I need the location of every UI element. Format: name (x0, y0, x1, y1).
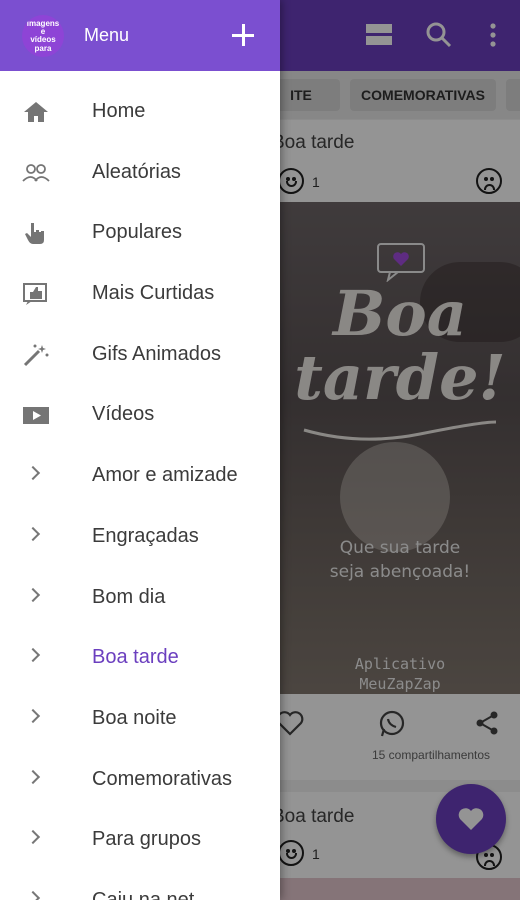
menu-item-label: Engraçadas (92, 524, 199, 547)
menu-item-para-grupos[interactable]: Para grupos (0, 810, 280, 871)
menu-item-label: Mais Curtidas (92, 282, 215, 305)
menu-item-label: Populares (92, 221, 183, 244)
menu-item-label: Gifs Animados (92, 342, 221, 365)
logo-text-line: para (34, 44, 52, 53)
menu-item-label: Boa noite (92, 706, 177, 729)
logo-text-line: vídeos (30, 35, 56, 44)
menu-item-label: Home (92, 100, 146, 122)
video-camera-icon (23, 407, 49, 425)
chevron-right-icon (25, 708, 41, 723)
menu-item-caiu-na-net[interactable]: Caiu na net (0, 871, 280, 900)
chevron-right-icon (25, 890, 41, 900)
menu-item-gifs-animados[interactable]: Gifs Animados (0, 325, 280, 386)
chevron-right-icon (25, 648, 41, 663)
drawer-title: Menu (84, 25, 130, 45)
menu-item-label: Para grupos (92, 828, 201, 851)
magic-wand-icon (23, 344, 49, 366)
menu-item-videos[interactable]: Vídeos (0, 385, 280, 446)
thumbs-up-box-icon (23, 283, 47, 306)
menu-item-boa-noite[interactable]: Boa noite (0, 689, 280, 750)
home-icon (24, 102, 48, 122)
menu-item-label: Vídeos (92, 403, 155, 426)
people-icon (22, 163, 50, 182)
menu-item-amor-e-amizade[interactable]: Amor e amizade (0, 446, 280, 507)
chevron-right-icon (25, 466, 41, 481)
add-icon[interactable] (232, 24, 254, 46)
drawer-menu: Home Aleatórias Populares Mais Curtidas (0, 82, 280, 900)
chevron-right-icon (25, 830, 41, 845)
menu-item-aleatorias[interactable]: Aleatórias (0, 143, 280, 204)
menu-item-bom-dia[interactable]: Bom dia (0, 568, 280, 629)
app-logo: imagens e vídeos para (22, 15, 64, 57)
drawer-header: imagens e vídeos para Menu (0, 0, 280, 71)
navigation-drawer: imagens e vídeos para Menu Home Aleatóri… (0, 0, 280, 900)
menu-item-engracadas[interactable]: Engraçadas (0, 507, 280, 568)
menu-item-boa-tarde[interactable]: Boa tarde (0, 628, 280, 689)
menu-item-home[interactable]: Home (0, 82, 280, 143)
chevron-right-icon (25, 526, 41, 541)
menu-item-populares[interactable]: Populares (0, 203, 280, 264)
menu-item-label: Caiu na net (92, 888, 195, 900)
menu-item-label: Amor e amizade (92, 464, 238, 487)
menu-item-label: Boa tarde (92, 646, 179, 669)
menu-item-label: Aleatórias (92, 160, 181, 183)
chevron-right-icon (25, 587, 41, 602)
menu-item-mais-curtidas[interactable]: Mais Curtidas (0, 264, 280, 325)
menu-item-label: Bom dia (92, 585, 166, 608)
hand-pointer-icon (25, 223, 44, 245)
chevron-right-icon (25, 769, 41, 784)
menu-item-comemorativas[interactable]: Comemorativas (0, 750, 280, 811)
menu-item-label: Comemorativas (92, 767, 233, 790)
